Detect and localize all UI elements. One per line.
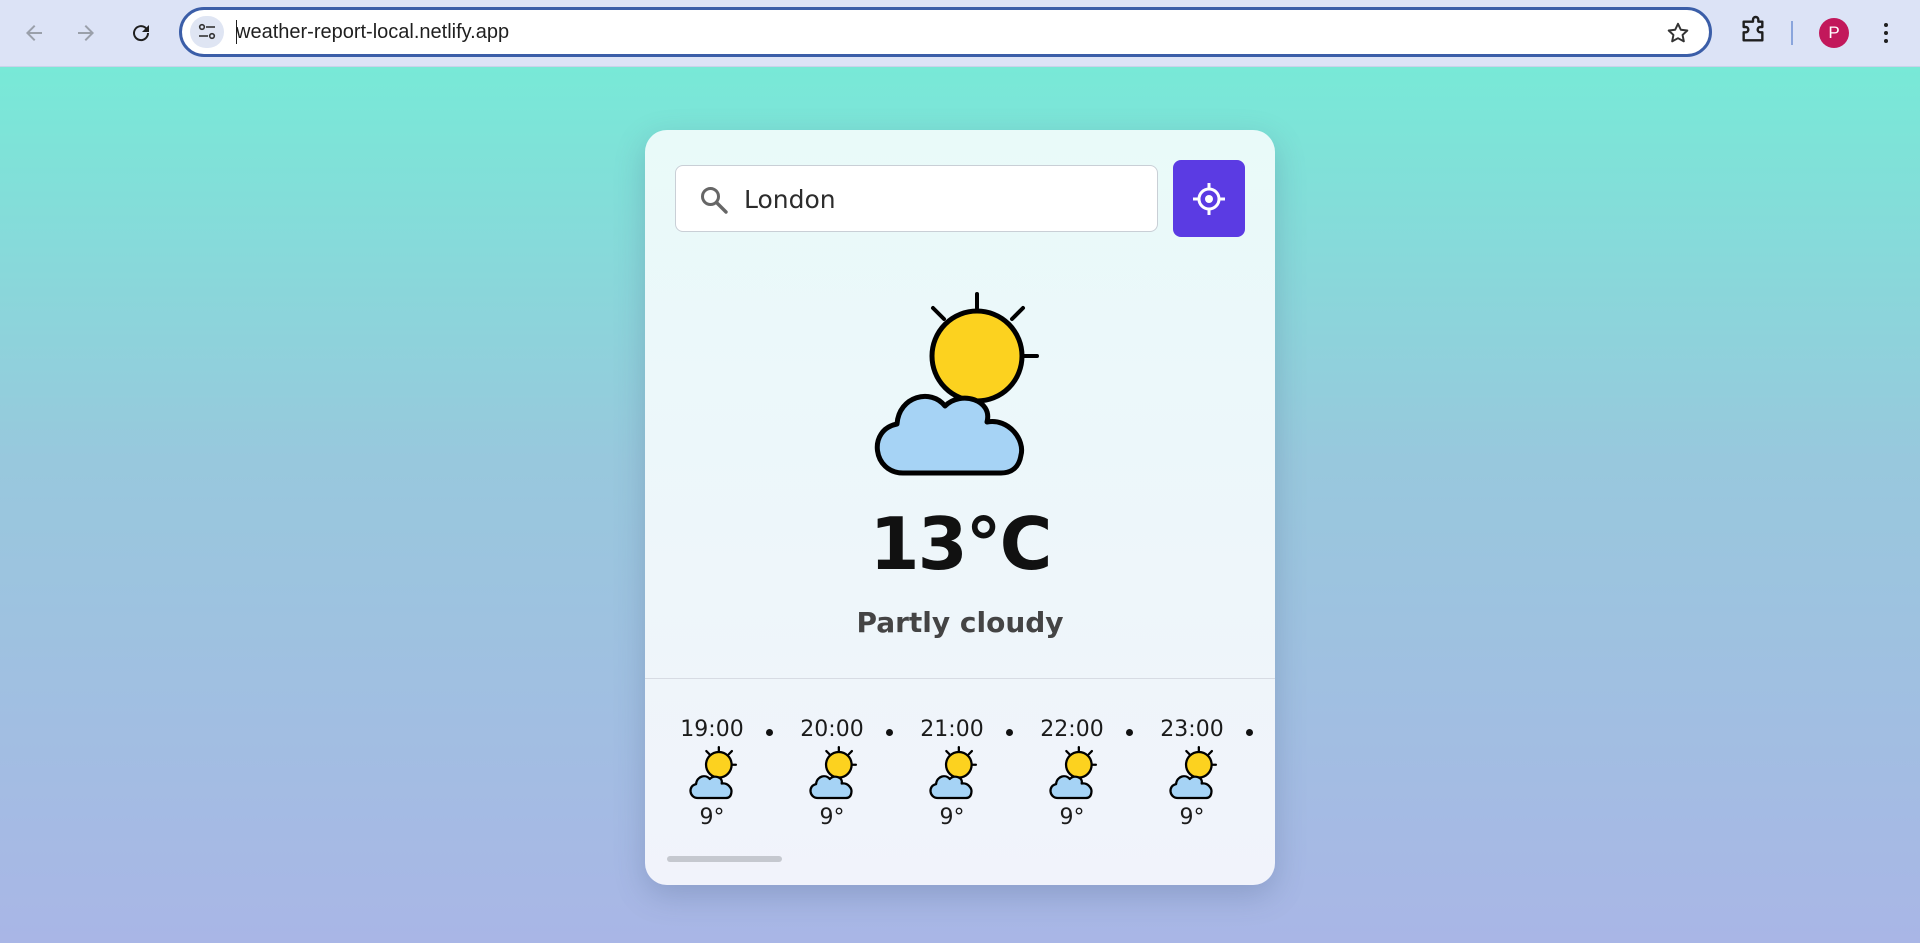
crosshair-location-icon [1193, 182, 1225, 215]
star-icon[interactable] [1665, 20, 1691, 46]
city-search-input[interactable] [744, 180, 1134, 218]
arrow-left-icon [26, 25, 42, 41]
forward-button[interactable] [66, 13, 106, 53]
separator-dot [1006, 729, 1013, 736]
hourly-item: 23:00 9° [1147, 679, 1237, 839]
page-background: 13°C Partly cloudy 19:00 9° 20:00 [0, 68, 1920, 943]
back-button[interactable] [14, 13, 54, 53]
horizontal-scrollbar[interactable] [667, 856, 782, 862]
hourly-time: 19:00 [680, 717, 744, 742]
address-bar[interactable]: weather-report-local.netlify.app [179, 7, 1712, 57]
hourly-temp: 9° [1059, 805, 1085, 830]
search-icon [701, 187, 728, 214]
partly-cloudy-icon [809, 746, 858, 800]
reload-button[interactable] [121, 13, 161, 53]
partly-cloudy-icon [874, 292, 1039, 476]
separator-dot [1246, 729, 1253, 736]
url-text[interactable]: weather-report-local.netlify.app [236, 21, 509, 44]
hourly-time: 23:00 [1160, 717, 1224, 742]
separator-dot [886, 729, 893, 736]
separator-dot [766, 729, 773, 736]
hourly-temp: 9° [939, 805, 965, 830]
puzzle-icon[interactable] [1737, 15, 1769, 47]
browser-toolbar: weather-report-local.netlify.app P [0, 0, 1920, 67]
partly-cloudy-icon [1049, 746, 1098, 800]
browser-menu-button[interactable] [1874, 17, 1898, 49]
hourly-item: 22:00 9° [1027, 679, 1117, 839]
three-dots-vertical-icon [1884, 23, 1888, 27]
partly-cloudy-icon [1169, 746, 1218, 800]
reload-icon [133, 25, 150, 42]
hourly-temp: 9° [1179, 805, 1205, 830]
weather-card: 13°C Partly cloudy 19:00 9° 20:00 [645, 130, 1275, 885]
site-info-button[interactable] [190, 16, 224, 48]
hourly-item: 21:00 9° [907, 679, 997, 839]
toolbar-separator [1791, 21, 1793, 45]
hourly-item: 20:00 9° [787, 679, 877, 839]
hourly-temp: 9° [699, 805, 725, 830]
current-temperature: 13°C [869, 502, 1052, 586]
locate-me-button[interactable] [1173, 160, 1245, 237]
hourly-forecast[interactable]: 19:00 9° 20:00 9° 21:00 9° 22:00 9° 23:0… [645, 679, 1275, 839]
hourly-temp: 9° [819, 805, 845, 830]
partly-cloudy-icon [929, 746, 978, 800]
tune-icon [198, 23, 216, 40]
current-condition: Partly cloudy [856, 606, 1064, 639]
search-box[interactable] [675, 165, 1158, 232]
hourly-item: 19:00 9° [667, 679, 757, 839]
text-caret [236, 20, 237, 44]
hourly-time: 20:00 [800, 717, 864, 742]
partly-cloudy-icon [689, 746, 738, 800]
separator-dot [1126, 729, 1133, 736]
hourly-time: 22:00 [1040, 717, 1104, 742]
hourly-time: 21:00 [920, 717, 984, 742]
profile-avatar[interactable]: P [1819, 18, 1849, 48]
arrow-right-icon [78, 25, 94, 41]
